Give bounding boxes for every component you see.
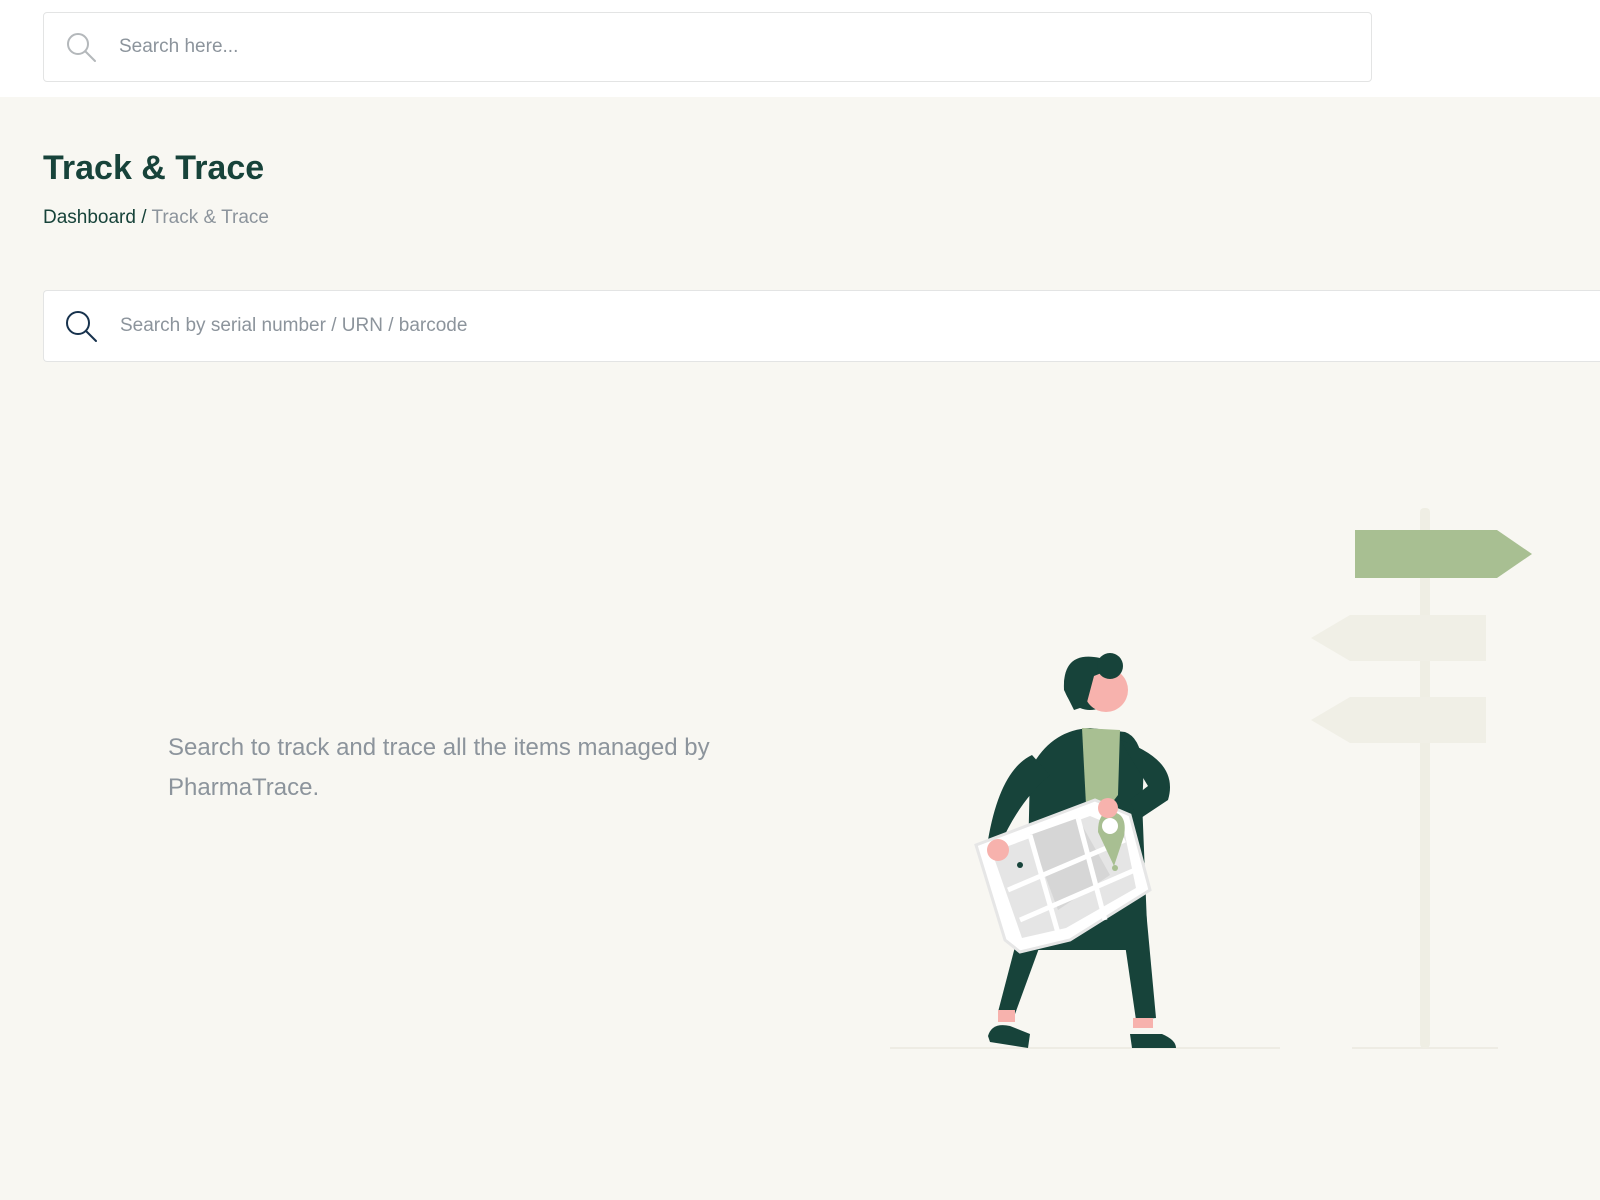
search-icon (63, 308, 99, 344)
trace-search-input[interactable] (118, 314, 1422, 338)
global-search-input[interactable] (117, 35, 1221, 59)
search-icon (64, 30, 98, 64)
breadcrumb-dashboard-link[interactable]: Dashboard (43, 207, 136, 228)
breadcrumb: Dashboard / Track & Trace (43, 207, 269, 229)
empty-state-message: Search to track and trace all the items … (168, 734, 710, 801)
breadcrumb-current: Track & Trace (151, 207, 269, 228)
page-title: Track & Trace (43, 149, 265, 187)
person-with-map-illustration (880, 500, 1540, 1060)
breadcrumb-separator: / (141, 207, 147, 228)
trace-search-box[interactable] (43, 290, 1600, 362)
top-bar (0, 0, 1600, 97)
global-search-box[interactable] (43, 12, 1372, 82)
